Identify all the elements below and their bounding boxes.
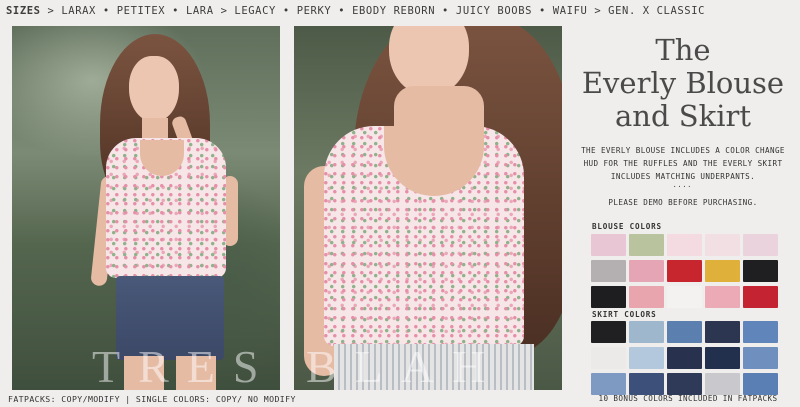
blouse-color-swatch	[743, 260, 778, 282]
product-title: The Everly Blouse and Skirt	[572, 34, 794, 133]
skirt-color-swatch	[705, 321, 740, 343]
blouse-color-swatch	[591, 260, 626, 282]
blouse-color-swatch	[743, 234, 778, 256]
title-line-1: The	[655, 33, 711, 67]
blouse-color-swatch	[667, 260, 702, 282]
skirt-color-swatch	[743, 321, 778, 343]
skirt-color-swatch	[705, 373, 740, 395]
model-face	[129, 56, 179, 122]
blouse-color-swatch	[705, 260, 740, 282]
skirt-color-swatch	[591, 373, 626, 395]
blouse-colors-label: BLOUSE COLORS	[592, 222, 662, 231]
watermark-brand: TRES BLAH	[92, 341, 504, 392]
sizes-label: SIZES	[6, 5, 41, 17]
skirt-color-swatch	[705, 347, 740, 369]
bonus-colors-note: 10 BONUS COLORS INCLUDED IN FATPACKS	[598, 394, 778, 403]
blouse-color-swatch	[629, 234, 664, 256]
blouse-color-swatch	[591, 234, 626, 256]
skirt-color-swatch	[667, 373, 702, 395]
sizes-list: > LARAX • PETITEX • LARA > LEGACY • PERK…	[47, 5, 706, 17]
title-line-3: and Skirt	[615, 99, 751, 133]
skirt-color-swatch	[591, 347, 626, 369]
blouse-color-swatch	[705, 234, 740, 256]
skirt-colors-label: SKIRT COLORS	[592, 310, 657, 319]
skirt-color-swatch	[629, 373, 664, 395]
blouse-color-swatch	[629, 260, 664, 282]
blouse-color-swatches	[591, 234, 781, 308]
skirt-color-swatch	[667, 321, 702, 343]
skirt-color-swatch	[743, 373, 778, 395]
blouse-color-swatch	[667, 234, 702, 256]
skirt-color-swatch	[743, 347, 778, 369]
title-line-2: Everly Blouse	[581, 66, 785, 100]
blouse-color-swatch	[705, 286, 740, 308]
skirt-color-swatch	[629, 347, 664, 369]
skirt-color-swatch	[667, 347, 702, 369]
sizes-line: SIZES > LARAX • PETITEX • LARA > LEGACY …	[6, 5, 705, 19]
blouse-color-swatch	[667, 286, 702, 308]
separator-dots: ....	[673, 180, 693, 190]
blouse-color-swatch	[591, 286, 626, 308]
blouse-color-swatch	[743, 286, 778, 308]
blouse-color-swatch	[629, 286, 664, 308]
permissions-note: FATPACKS: COPY/MODIFY | SINGLE COLORS: C…	[8, 394, 296, 404]
model-photo-closeup	[294, 26, 562, 390]
skirt-color-swatch	[629, 321, 664, 343]
skirt-color-swatches	[591, 321, 781, 395]
model-photo-full-body	[12, 26, 280, 390]
product-description: THE EVERLY BLOUSE INCLUDES A COLOR CHANG…	[581, 146, 785, 181]
demo-note: PLEASE DEMO BEFORE PURCHASING.	[608, 198, 758, 207]
skirt-color-swatch	[591, 321, 626, 343]
